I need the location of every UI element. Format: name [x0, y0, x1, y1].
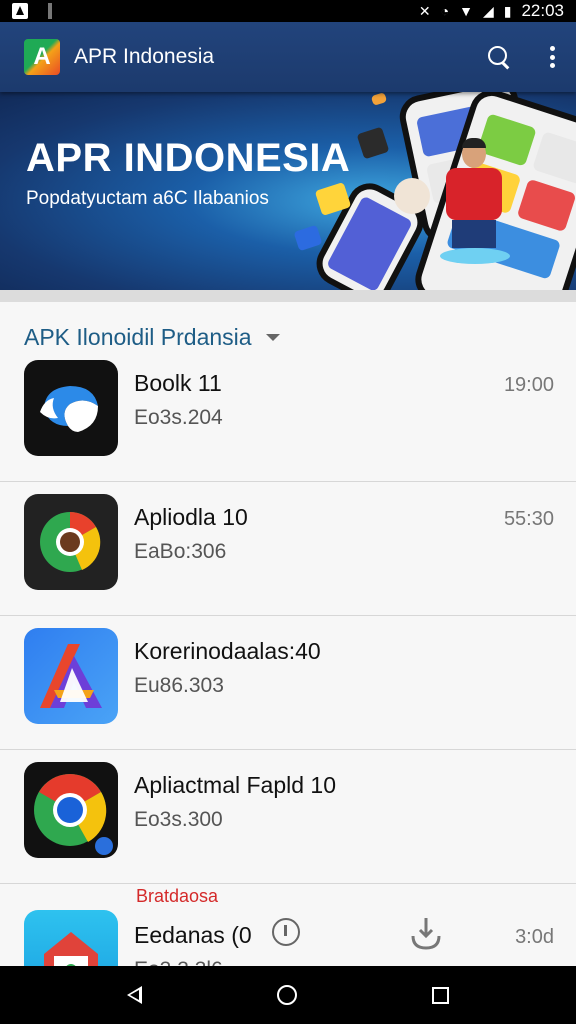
banner-title: APR INDONESIA	[26, 136, 351, 180]
wifi-icon: ▼	[459, 3, 473, 19]
app-icon-apliodla	[24, 494, 118, 590]
banner-card-orange	[370, 92, 388, 106]
list-item[interactable]: Boolk 11 Eo3s.204 19:00	[0, 348, 576, 482]
back-icon[interactable]	[127, 986, 143, 1004]
search-icon[interactable]	[486, 44, 512, 70]
letter-a-icon	[40, 644, 102, 708]
section-title: APK Ilonoidil Prdansia	[24, 324, 252, 350]
banner-character	[440, 138, 510, 270]
app-icon-eedanas	[24, 910, 118, 966]
app-icon-apliactmal	[24, 762, 118, 858]
chrome-like-icon	[40, 512, 101, 572]
banner-subtitle: Popdatyuctam a6C Ilabanios	[26, 188, 269, 209]
banner-card-dark	[356, 126, 390, 160]
promo-banner[interactable]: APR INDONESIA Popdatyuctam a6C Ilabanios	[0, 92, 576, 290]
more-options-icon[interactable]	[550, 44, 556, 70]
notification-bar-icon	[48, 3, 52, 19]
download-icon[interactable]	[410, 916, 442, 950]
app-logo: A	[24, 39, 60, 75]
list-item[interactable]: Apliactmal Fapld 10 Eo3s.300	[0, 750, 576, 884]
mute-icon: ✕	[418, 3, 431, 19]
app-bar: A APR Indonesia	[0, 22, 576, 92]
recents-icon[interactable]	[431, 986, 449, 1004]
signal-icon: ◢	[482, 3, 494, 19]
app-notification-icon	[12, 3, 28, 19]
chevron-down-icon[interactable]	[265, 334, 280, 341]
app-name: Korerinodaalas:40	[134, 638, 321, 664]
battery-icon: ▮	[503, 3, 512, 19]
info-icon[interactable]	[272, 918, 300, 946]
list-item[interactable]: Apliodla 10 EaBo:306 55:30	[0, 482, 576, 616]
logo-a-icon: A	[33, 43, 51, 70]
app-name: Boolk 11	[134, 370, 222, 396]
banner-divider	[0, 290, 576, 302]
status-time: 22:03	[521, 1, 564, 20]
app-time: 3:0d	[515, 926, 554, 948]
app-subtitle: Eo3s.300	[134, 808, 223, 831]
alarm-icon: ◔	[440, 3, 450, 19]
list-item[interactable]: Korerinodaalas:40 Eu86.303	[0, 616, 576, 750]
home-icon[interactable]	[276, 985, 297, 1005]
app-subtitle: EaBo:306	[134, 540, 227, 563]
app-name: Eedanas (0	[134, 922, 252, 948]
chrome-icon	[34, 774, 113, 855]
app-time: 55:30	[503, 508, 554, 530]
item-badge: Bratdaosa	[136, 886, 219, 906]
swirl-logo-icon	[40, 386, 98, 432]
app-icon-boolk	[24, 360, 118, 456]
banner-card-blue	[293, 224, 323, 252]
house-icon	[44, 932, 98, 966]
app-subtitle: Eo3.3.3l6	[134, 958, 223, 966]
section-header[interactable]: APK Ilonoidil Prdansia	[24, 324, 280, 351]
app-name: Apliodla 10	[134, 504, 248, 530]
app-name: Apliactmal Fapld 10	[134, 772, 336, 798]
app-title: APR Indonesia	[74, 45, 215, 68]
app-subtitle: Eu86.303	[134, 674, 224, 697]
banner-emoji	[394, 178, 430, 214]
app-list: APK Ilonoidil Prdansia Boolk 11 Eo3s.204…	[0, 302, 576, 966]
app-subtitle: Eo3s.204	[134, 406, 223, 429]
app-time: 19:00	[503, 374, 554, 396]
app-icon-korerinodaalas	[24, 628, 118, 724]
list-item[interactable]: Bratdaosa Eedanas (0 3:0d Eo3.3.3l6	[0, 886, 576, 966]
status-bar: ✕ ◔ ▼ ◢ ▮ 22:03	[0, 0, 576, 22]
system-nav-bar	[0, 966, 576, 1024]
